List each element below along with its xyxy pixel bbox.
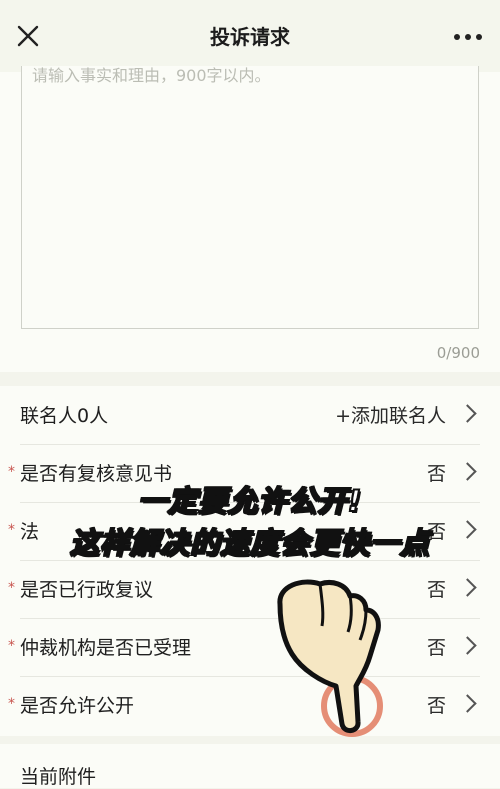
complaint-text-section: 请输入事实和理由，900字以内。 0/900 (0, 66, 500, 372)
required-mark: * (8, 580, 15, 596)
allow-public-row[interactable]: * 是否允许公开 否 (0, 676, 500, 734)
chevron-right-icon (458, 404, 477, 423)
co-signers-row[interactable]: 联名人0人 +添加联名人 (0, 386, 500, 444)
arbitration-row[interactable]: * 仲裁机构是否已受理 否 (0, 618, 500, 676)
textarea-placeholder: 请输入事实和理由，900字以内。 (32, 66, 271, 85)
administrative-review-row[interactable]: * 是否已行政复议 否 (0, 560, 500, 618)
overlay-caption-line-2: 这样解决的速度会更快一点 (69, 525, 430, 561)
chevron-right-icon (458, 636, 477, 655)
more-icon[interactable] (454, 34, 482, 42)
allow-public-label: 是否允许公开 (20, 695, 135, 717)
required-mark: * (8, 638, 15, 654)
row-divider (20, 444, 480, 445)
co-signers-label: 联名人0人 (20, 405, 109, 427)
attachments-section: 当前附件 (0, 744, 500, 788)
add-co-signer-link[interactable]: +添加联名人 (335, 401, 446, 428)
row-divider (20, 676, 480, 677)
administrative-review-label: 是否已行政复议 (20, 579, 154, 601)
row-divider (20, 618, 480, 619)
chevron-right-icon (458, 578, 477, 597)
attachments-label: 当前附件 (20, 766, 97, 788)
chevron-right-icon (458, 694, 477, 713)
allow-public-value: 否 (426, 695, 446, 717)
required-mark: * (8, 696, 15, 712)
administrative-review-value: 否 (426, 579, 446, 601)
pointing-hand-icon (277, 579, 383, 737)
arbitration-value: 否 (426, 637, 446, 659)
complaint-textarea[interactable]: 请输入事实和理由，900字以内。 (21, 66, 479, 329)
character-counter: 0/900 (436, 344, 480, 362)
arbitration-label: 仲裁机构是否已受理 (20, 637, 192, 659)
overlay-caption-line-1: 一定要允许公开! (137, 483, 363, 519)
